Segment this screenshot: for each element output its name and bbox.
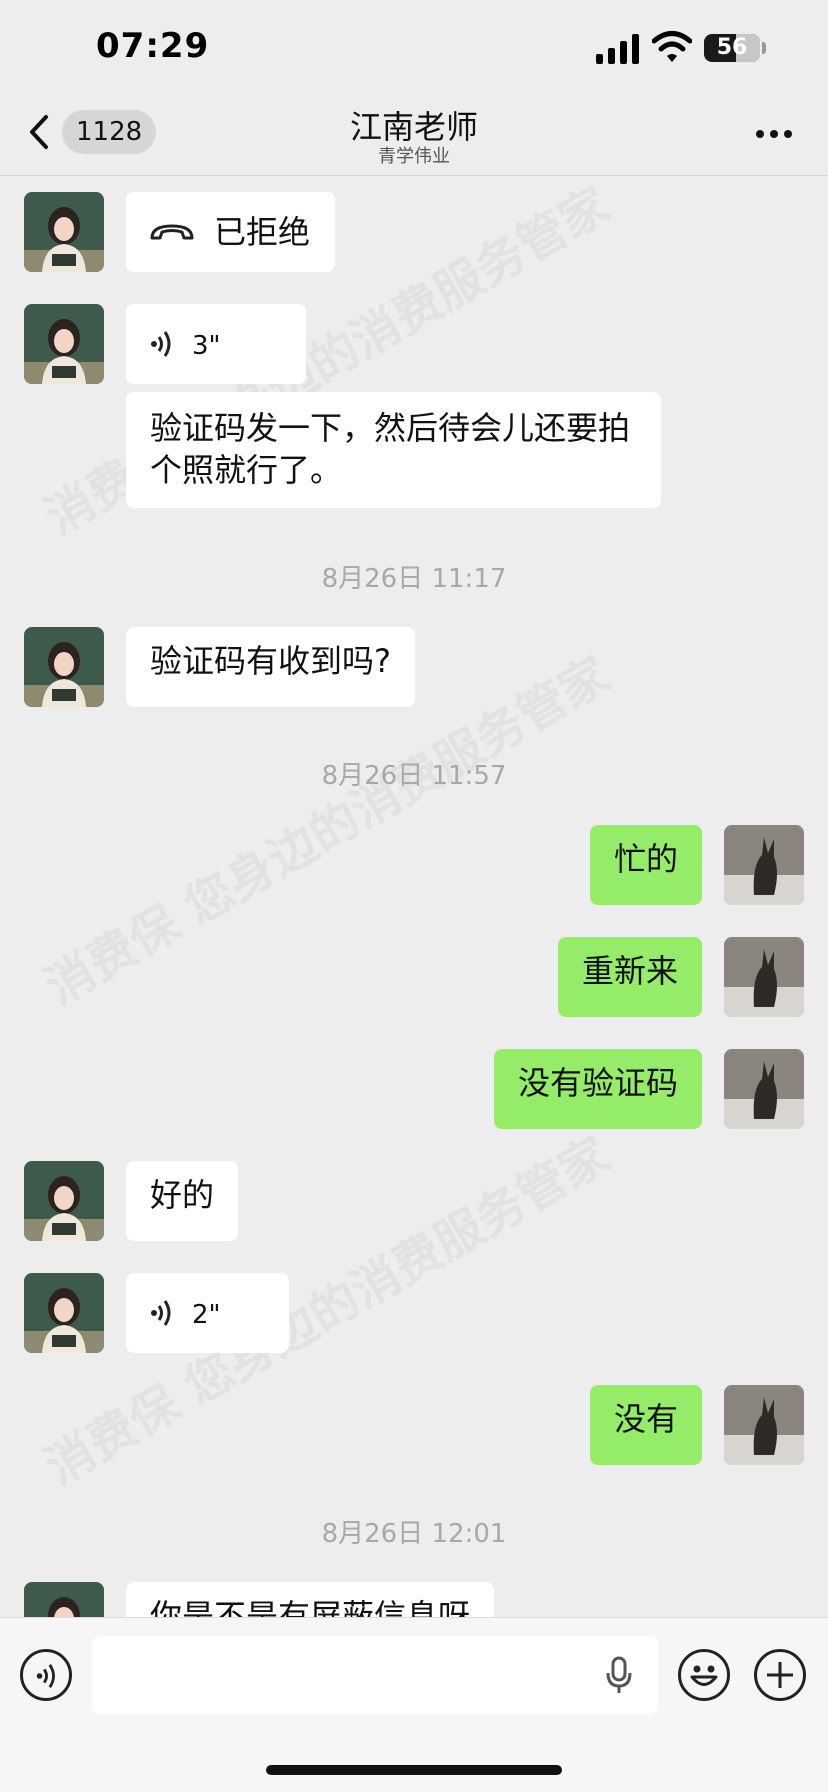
plus-icon[interactable] [754,1649,806,1701]
emoji-icon[interactable] [678,1649,730,1701]
message-timestamp: 8月26日 11:17 [321,564,507,594]
microphone-icon[interactable] [606,1656,632,1694]
contact-avatar[interactable] [24,627,104,707]
voice-wave-icon [151,1300,171,1326]
contact-avatar[interactable] [24,304,104,384]
battery-cap [762,42,766,54]
message-bubble[interactable]: 好的 [126,1161,239,1241]
status-time: 07:29 [96,26,210,66]
voice-wave-icon [151,331,171,357]
home-indicator[interactable] [266,1765,562,1775]
contact-avatar[interactable] [24,192,104,272]
message-bubble[interactable]: 已拒绝 [126,192,335,272]
my-avatar[interactable] [724,1049,804,1129]
battery-level: 56 [716,35,748,60]
battery-indicator: 56 [704,34,760,62]
wifi-icon [652,31,692,62]
message-list[interactable]: 消费保 您身边的消费服务管家 消费保 您身边的消费服务管家 消费保 您身边的消费… [0,177,828,1617]
voice-input-icon[interactable] [20,1649,72,1701]
voice-duration: 3" [192,331,221,361]
contact-avatar[interactable] [24,1161,104,1241]
voice-message-bubble[interactable]: 3" [126,304,306,384]
message-timestamp: 8月26日 12:01 [321,1519,507,1549]
message-bubble[interactable]: 验证码发一下，然后待会儿还要拍个照就行了。 [126,392,661,508]
message-bubble[interactable]: 你是不是有屏蔽信息呀 [126,1582,495,1617]
my-message-bubble[interactable]: 重新来 [557,937,702,1017]
ellipsis-icon[interactable] [752,126,796,142]
phone-hangup-icon [150,224,194,240]
my-message-bubble[interactable]: 忙的 [589,825,702,905]
voice-duration: 2" [192,1300,221,1330]
chat-subtitle: 青学伟业 [378,146,450,167]
message-input[interactable] [92,1636,658,1714]
contact-avatar[interactable] [24,1582,104,1617]
voice-message-bubble[interactable]: 2" [126,1273,289,1353]
message-bubble[interactable]: 验证码有收到吗? [126,627,415,707]
watermark: 消费保 您身边的消费服务管家 [36,1127,619,1496]
my-avatar[interactable] [724,1385,804,1465]
message-timestamp: 8月26日 11:57 [321,761,507,791]
contact-avatar[interactable] [24,1273,104,1353]
my-message-bubble[interactable]: 没有 [589,1385,702,1465]
signal-icon [596,34,639,64]
chat-header: 1128 江南老师 青学伟业 [0,96,828,176]
my-message-bubble[interactable]: 没有验证码 [493,1049,702,1129]
my-avatar[interactable] [724,937,804,1017]
call-status-text: 已拒绝 [214,213,311,251]
status-bar: 07:29 56 [0,0,828,96]
my-avatar[interactable] [724,825,804,905]
